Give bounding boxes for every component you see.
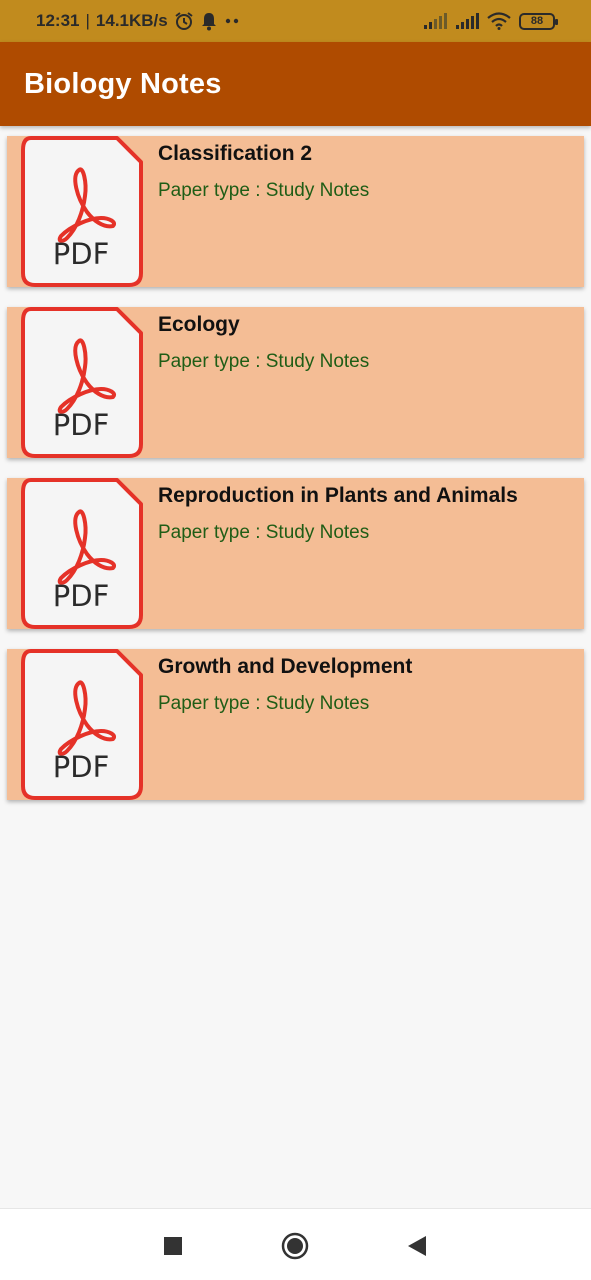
pdf-file-icon: PDF bbox=[21, 478, 143, 629]
status-time: 12:31 bbox=[36, 11, 80, 30]
more-dots-icon bbox=[225, 18, 238, 24]
list-item[interactable]: PDF Ecology Paper type : Study Notes bbox=[7, 307, 584, 458]
note-title: Growth and Development bbox=[158, 655, 413, 678]
pdf-icon-label: PDF bbox=[53, 750, 110, 784]
paper-type-value: Study Notes bbox=[265, 351, 370, 372]
paper-type-value: Study Notes bbox=[265, 180, 370, 201]
circle-icon[interactable] bbox=[280, 1231, 310, 1261]
navigation-bar bbox=[0, 1208, 591, 1280]
paper-type-separator: : bbox=[255, 351, 261, 372]
wifi-icon bbox=[487, 12, 511, 30]
alarm-icon bbox=[175, 12, 193, 30]
paper-type: Paper type : Study Notes bbox=[158, 351, 369, 373]
app-bar: Biology Notes bbox=[0, 42, 591, 126]
status-separator: | bbox=[85, 11, 90, 30]
paper-type: Paper type : Study Notes bbox=[158, 693, 369, 715]
status-bar: 12:31 | 14.1KB/s 88 bbox=[0, 0, 591, 42]
page-title: Biology Notes bbox=[24, 67, 222, 100]
note-title: Ecology bbox=[158, 313, 240, 336]
list-item[interactable]: PDF Classification 2 Paper type : Study … bbox=[7, 136, 584, 287]
paper-type-separator: : bbox=[255, 180, 261, 201]
pdf-file-icon: PDF bbox=[21, 136, 143, 287]
status-right: 88 bbox=[423, 12, 558, 30]
note-title: Reproduction in Plants and Animals bbox=[158, 484, 518, 507]
pdf-file-icon: PDF bbox=[21, 649, 143, 800]
network-speed: 14.1KB/s bbox=[95, 11, 168, 30]
paper-type-separator: : bbox=[255, 522, 261, 543]
battery-icon: 88 bbox=[519, 12, 558, 30]
paper-type-label: Paper type bbox=[158, 180, 250, 201]
signal-icon-2 bbox=[456, 13, 479, 29]
paper-type: Paper type : Study Notes bbox=[158, 522, 369, 544]
triangle-back-icon[interactable] bbox=[402, 1231, 432, 1261]
paper-type-value: Study Notes bbox=[265, 693, 370, 714]
bell-icon bbox=[201, 13, 216, 31]
pdf-file-icon: PDF bbox=[21, 307, 143, 458]
paper-type-separator: : bbox=[255, 693, 261, 714]
paper-type-value: Study Notes bbox=[265, 522, 370, 543]
status-left: 12:31 | 14.1KB/s bbox=[36, 11, 240, 31]
note-title: Classification 2 bbox=[158, 142, 313, 165]
paper-type-label: Paper type bbox=[158, 522, 250, 543]
pdf-icon-label: PDF bbox=[53, 408, 110, 442]
pdf-icon-label: PDF bbox=[53, 579, 110, 613]
signal-icon bbox=[424, 13, 447, 29]
paper-type-label: Paper type bbox=[158, 351, 250, 372]
pdf-icon-label: PDF bbox=[53, 237, 110, 271]
paper-type: Paper type : Study Notes bbox=[158, 180, 369, 202]
square-icon[interactable] bbox=[158, 1231, 188, 1261]
list-item[interactable]: PDF Reproduction in Plants and Animals P… bbox=[7, 478, 584, 629]
paper-type-label: Paper type bbox=[158, 693, 250, 714]
list-item[interactable]: PDF Growth and Development Paper type : … bbox=[7, 649, 584, 800]
